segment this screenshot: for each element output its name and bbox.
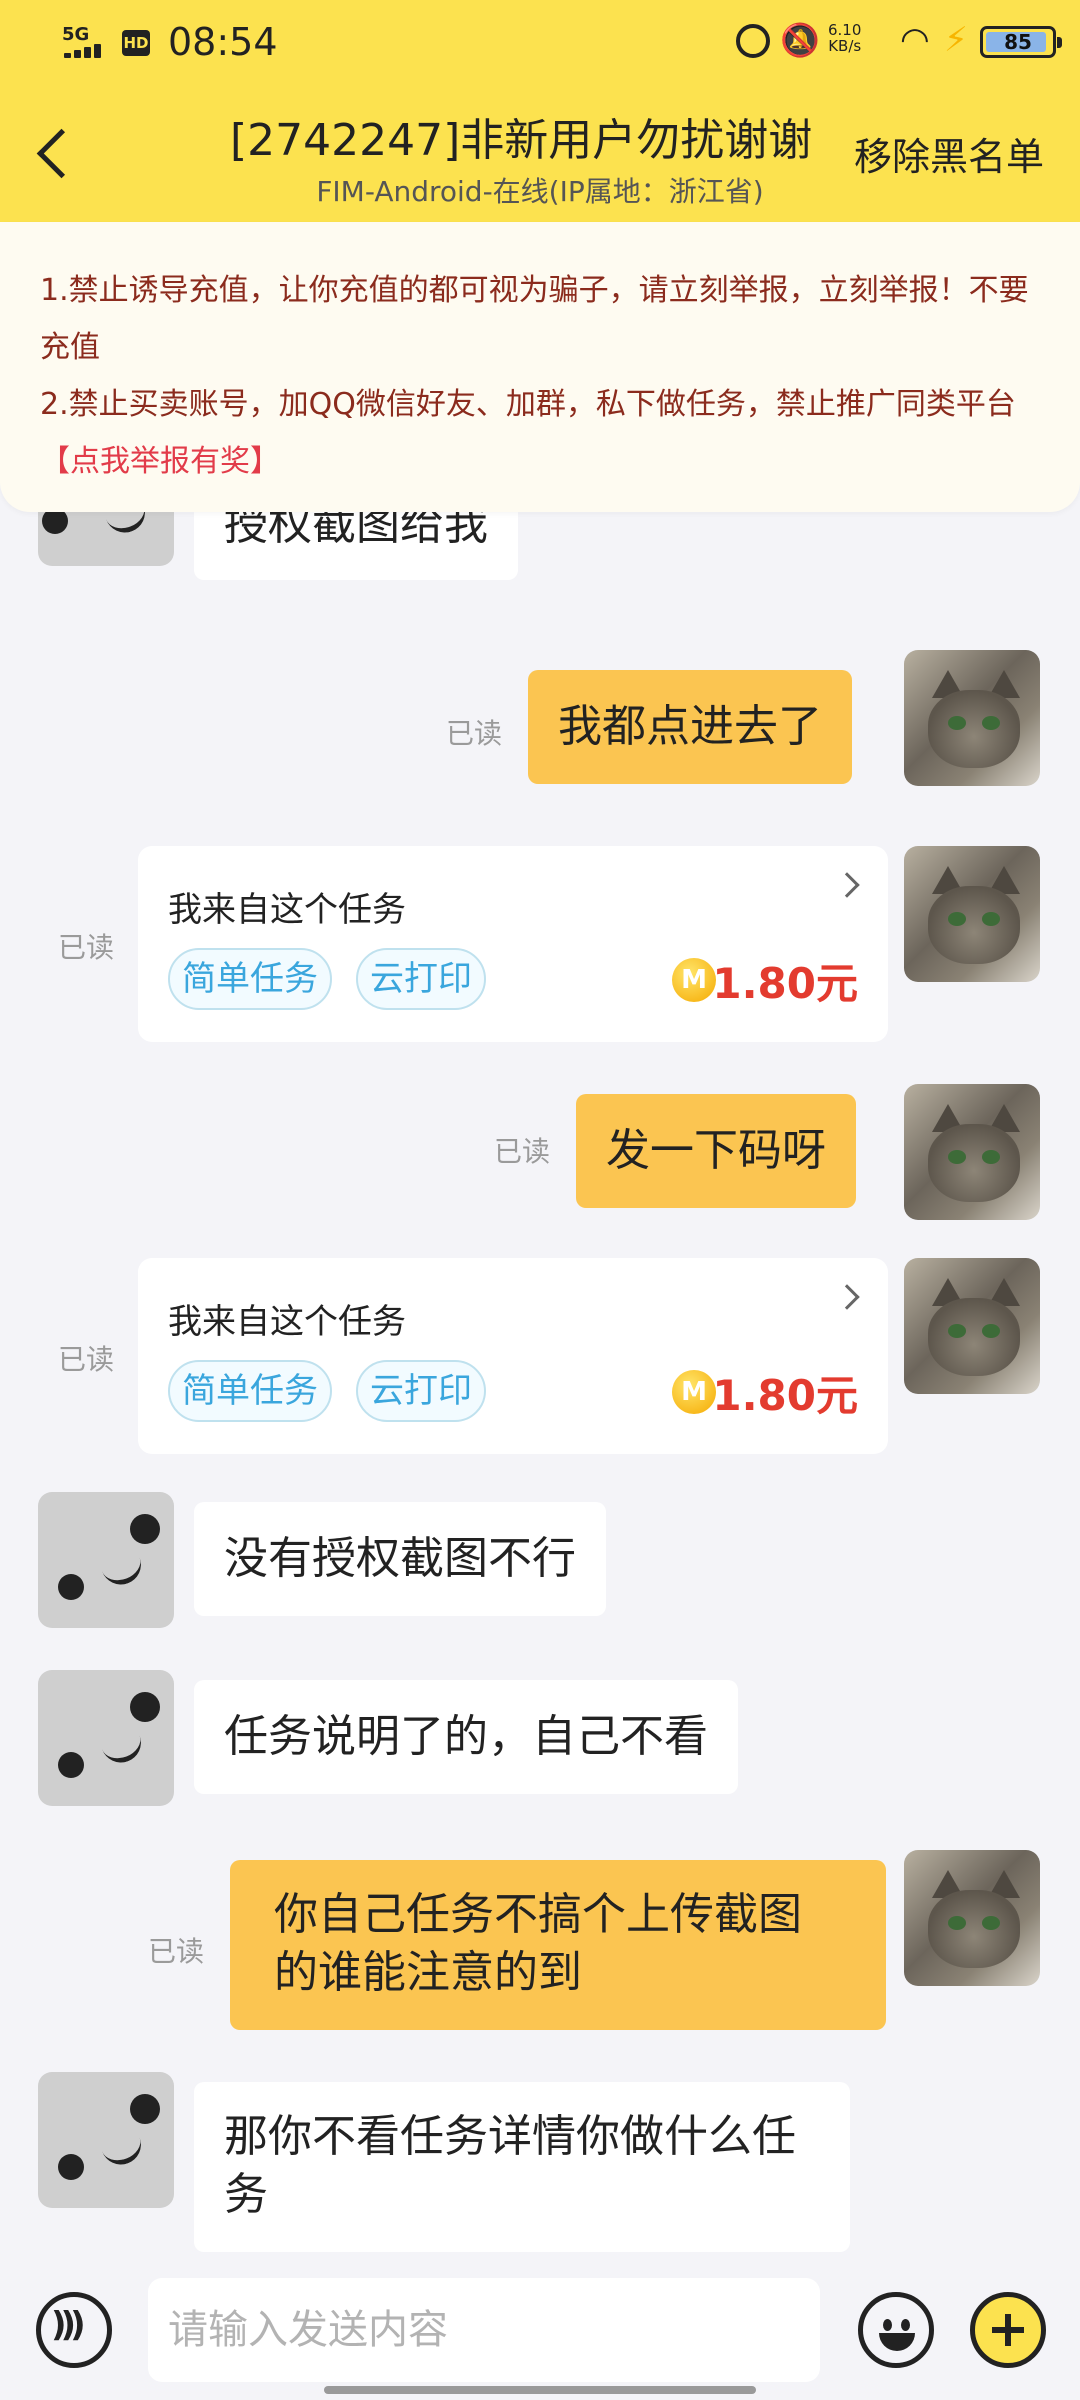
task-tag: 云打印 bbox=[356, 1360, 486, 1422]
read-status: 已读 bbox=[148, 1935, 205, 1968]
home-indicator[interactable] bbox=[324, 2386, 756, 2394]
message-bubble[interactable]: 那你不看任务详情你做什么任务 bbox=[194, 2082, 850, 2252]
voice-icon[interactable] bbox=[36, 2292, 112, 2368]
status-icons: 🔕 6.10 KB/s ◠ ⚡ 85 bbox=[720, 18, 1080, 68]
task-price: 1.80元 bbox=[712, 959, 858, 1008]
header-bar: 5G HD 08:54 🔕 6.10 KB/s ◠ ⚡ 85 [2742247]非… bbox=[0, 0, 1080, 222]
message-input[interactable] bbox=[148, 2278, 820, 2382]
my-avatar[interactable] bbox=[904, 650, 1040, 786]
message-bubble[interactable]: 你自己任务不搞个上传截图的谁能注意的到 bbox=[230, 1860, 886, 2030]
emoji-icon[interactable] bbox=[858, 2292, 934, 2368]
other-avatar[interactable] bbox=[38, 1492, 174, 1628]
task-card-title: 我来自这个任务 bbox=[168, 1302, 406, 1342]
notice-line-2: 2.禁止买卖账号，加QQ微信好友、加群，私下做任务，禁止推广同类平台【点我举报有… bbox=[40, 387, 1016, 479]
message-bubble[interactable]: 任务说明了的，自己不看 bbox=[194, 1680, 738, 1794]
chevron-right-icon bbox=[834, 1284, 860, 1310]
battery-level: 85 bbox=[1004, 30, 1032, 54]
my-avatar[interactable] bbox=[904, 1850, 1040, 1986]
plus-icon[interactable] bbox=[970, 2292, 1046, 2368]
warning-notice: 1.禁止诱导充值，让你充值的都可视为骗子，请立刻举报，立刻举报！不要充值 2.禁… bbox=[0, 222, 1080, 512]
report-link[interactable]: 【点我举报有奖】 bbox=[40, 444, 280, 479]
network-type: 5G bbox=[62, 24, 90, 45]
input-bar bbox=[0, 2270, 1080, 2400]
hd-icon: HD bbox=[122, 30, 150, 56]
read-status: 已读 bbox=[494, 1135, 551, 1168]
remove-blacklist-button[interactable]: 移除黑名单 bbox=[854, 126, 1044, 181]
my-avatar[interactable] bbox=[904, 846, 1040, 982]
read-status: 已读 bbox=[58, 1343, 115, 1376]
wifi-icon: ◠ bbox=[900, 20, 930, 60]
alarm-icon bbox=[736, 24, 770, 58]
mute-icon: 🔕 bbox=[780, 21, 820, 59]
task-price: 1.80元 bbox=[712, 1371, 858, 1420]
network-speed: 6.10 KB/s bbox=[828, 21, 862, 55]
coin-icon: M bbox=[672, 958, 716, 1002]
signal-icon bbox=[64, 44, 110, 58]
message-bubble[interactable]: 我都点进去了 bbox=[528, 670, 852, 784]
message-bubble[interactable]: 发一下码呀 bbox=[576, 1094, 856, 1208]
charging-icon: ⚡ bbox=[944, 20, 968, 60]
task-card[interactable]: 我来自这个任务 简单任务 云打印 M 1.80元 bbox=[138, 1258, 888, 1454]
chat-list[interactable]: 授权截图给我 已读 我都点进去了 已读 我来自这个任务 简单任务 云打印 M 1… bbox=[0, 480, 1080, 2270]
task-card-title: 我来自这个任务 bbox=[168, 890, 406, 930]
notice-line-1: 1.禁止诱导充值，让你充值的都可视为骗子，请立刻举报，立刻举报！不要充值 bbox=[40, 273, 1029, 365]
my-avatar[interactable] bbox=[904, 1258, 1040, 1394]
chevron-right-icon bbox=[834, 872, 860, 898]
other-avatar[interactable] bbox=[38, 2072, 174, 2208]
task-tag: 简单任务 bbox=[168, 1360, 332, 1422]
status-time: 08:54 bbox=[168, 20, 278, 64]
task-tag: 云打印 bbox=[356, 948, 486, 1010]
task-card[interactable]: 我来自这个任务 简单任务 云打印 M 1.80元 bbox=[138, 846, 888, 1042]
read-status: 已读 bbox=[446, 717, 503, 750]
chat-title: [2742247]非新用户勿扰谢谢 bbox=[230, 115, 813, 166]
other-avatar[interactable] bbox=[38, 1670, 174, 1806]
battery-icon: 85 bbox=[980, 26, 1062, 58]
read-status: 已读 bbox=[58, 931, 115, 964]
status-bar: 5G HD 08:54 🔕 6.10 KB/s ◠ ⚡ 85 bbox=[0, 0, 1080, 88]
my-avatar[interactable] bbox=[904, 1084, 1040, 1220]
coin-icon: M bbox=[672, 1370, 716, 1414]
message-bubble[interactable]: 没有授权截图不行 bbox=[194, 1502, 606, 1616]
task-tag: 简单任务 bbox=[168, 948, 332, 1010]
